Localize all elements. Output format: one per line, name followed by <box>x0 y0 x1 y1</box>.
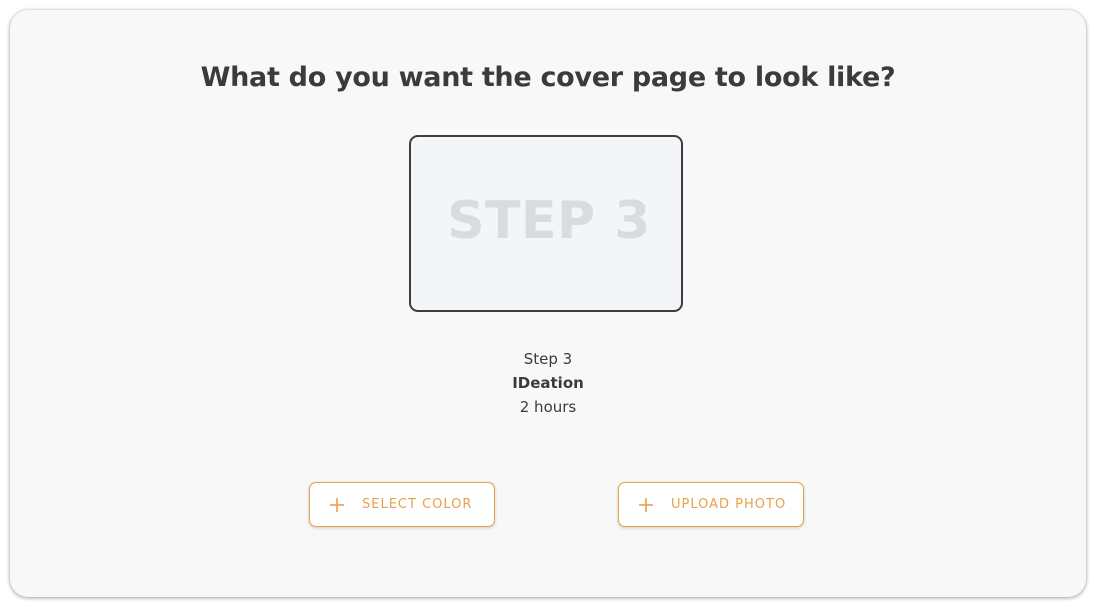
cover-preview: STEP 3 <box>409 135 683 312</box>
plus-icon <box>330 497 344 512</box>
page-title: What do you want the cover page to look … <box>200 62 896 93</box>
select-color-button[interactable]: SELECT COLOR <box>309 482 495 527</box>
cover-placeholder-text: STEP 3 <box>447 190 651 251</box>
step-info: Step 3 IDeation 2 hours <box>10 347 1086 419</box>
select-color-label: SELECT COLOR <box>362 497 473 512</box>
step-name: IDeation <box>512 374 584 392</box>
upload-photo-label: UPLOAD PHOTO <box>671 497 787 512</box>
cover-setup-card: What do you want the cover page to look … <box>10 10 1086 597</box>
step-duration: 2 hours <box>519 398 577 416</box>
step-label: Step 3 <box>523 350 573 368</box>
upload-photo-button[interactable]: UPLOAD PHOTO <box>618 482 804 527</box>
plus-icon <box>639 497 653 512</box>
